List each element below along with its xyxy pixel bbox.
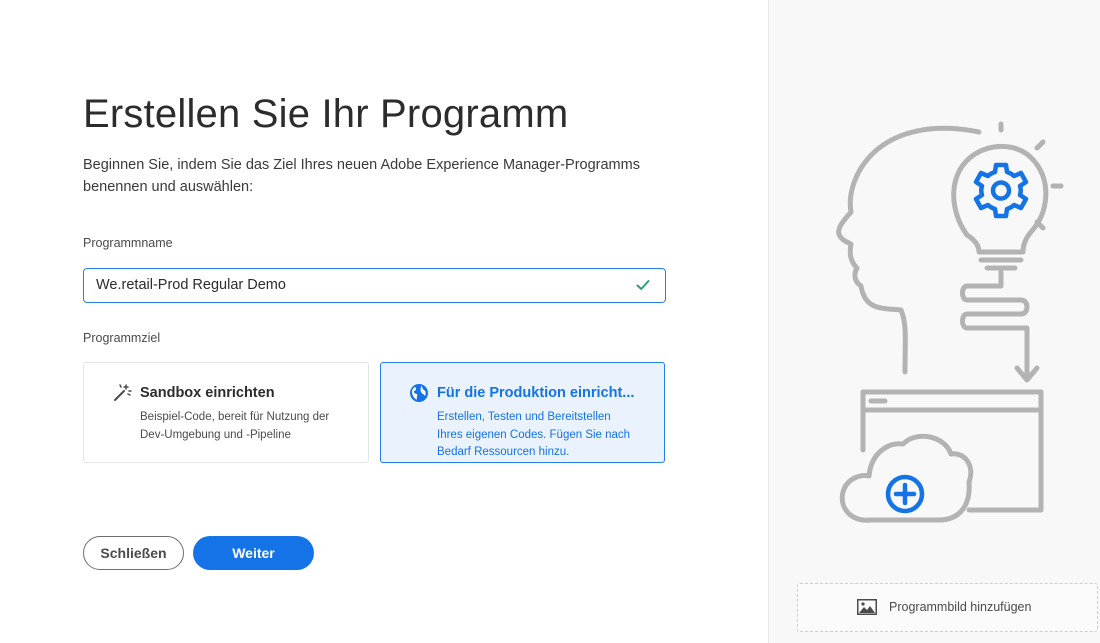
goal-option-title: Für die Produktion einricht... <box>437 385 635 401</box>
globe-icon <box>410 384 428 402</box>
page-title: Erstellen Sie Ihr Programm <box>83 92 569 136</box>
form-panel: Erstellen Sie Ihr Programm Beginnen Sie,… <box>0 0 768 643</box>
goal-option-production[interactable]: Für die Produktion einricht... Erstellen… <box>380 362 665 463</box>
program-name-label: Programmname <box>83 236 173 250</box>
add-program-image-label: Programmbild hinzufügen <box>889 600 1032 614</box>
program-goal-label: Programmziel <box>83 331 161 345</box>
image-icon <box>857 599 877 615</box>
goal-option-description: Beispiel-Code, bereit für Nutzung der De… <box>140 411 330 441</box>
program-name-field[interactable] <box>83 268 666 303</box>
checkmark-icon <box>636 280 650 290</box>
next-button[interactable]: Weiter <box>193 536 314 570</box>
add-program-image-button[interactable]: Programmbild hinzufügen <box>797 583 1098 632</box>
goal-option-title: Sandbox einrichten <box>140 385 275 401</box>
close-button[interactable]: Schließen <box>83 536 184 570</box>
image-panel: Programmbild hinzufügen <box>768 0 1100 643</box>
program-name-input[interactable] <box>96 269 616 301</box>
magic-wand-icon <box>114 384 132 401</box>
program-illustration <box>836 121 1064 523</box>
goal-option-description: Erstellen, Testen und Bereitstellen Ihre… <box>437 411 631 458</box>
page-intro: Beginnen Sie, indem Sie das Ziel Ihres n… <box>83 157 640 195</box>
goal-option-sandbox[interactable]: Sandbox einrichten Beispiel-Code, bereit… <box>83 362 369 463</box>
